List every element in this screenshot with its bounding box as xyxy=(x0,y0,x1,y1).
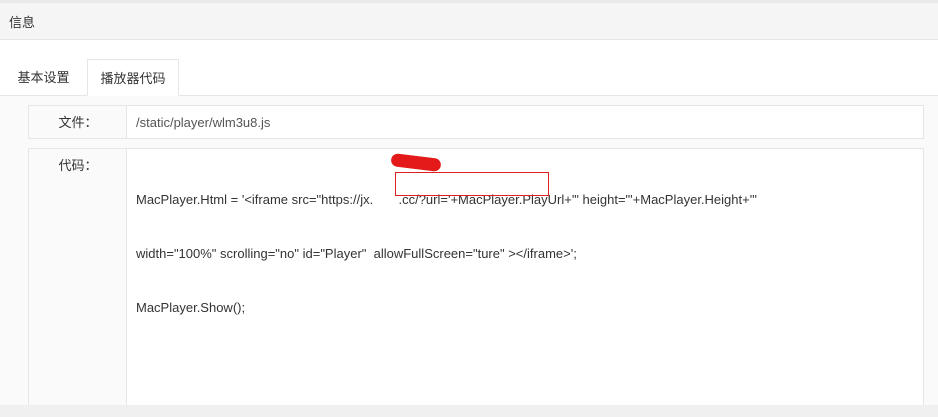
code-textarea[interactable]: MacPlayer.Html = '<iframe src="https://j… xyxy=(126,148,924,417)
code-line: MacPlayer.Show(); xyxy=(136,300,246,315)
code-line: width="100%" scrolling="no" id="Player" … xyxy=(136,246,577,261)
panel-title: 信息 xyxy=(9,15,36,30)
tab-basic-settings[interactable]: 基本设置 xyxy=(0,59,87,96)
code-label: 代码： xyxy=(28,148,127,417)
panel-header: 信息 xyxy=(0,3,938,40)
code-line: MacPlayer.Html = '<iframe src="https://j… xyxy=(136,192,757,207)
file-path-input[interactable] xyxy=(126,105,924,139)
tab-bar: 基本设置 播放器代码 xyxy=(0,59,938,96)
bottom-scrollbar[interactable] xyxy=(0,405,938,417)
file-label: 文件： xyxy=(28,105,127,139)
tab-player-code[interactable]: 播放器代码 xyxy=(87,59,179,96)
